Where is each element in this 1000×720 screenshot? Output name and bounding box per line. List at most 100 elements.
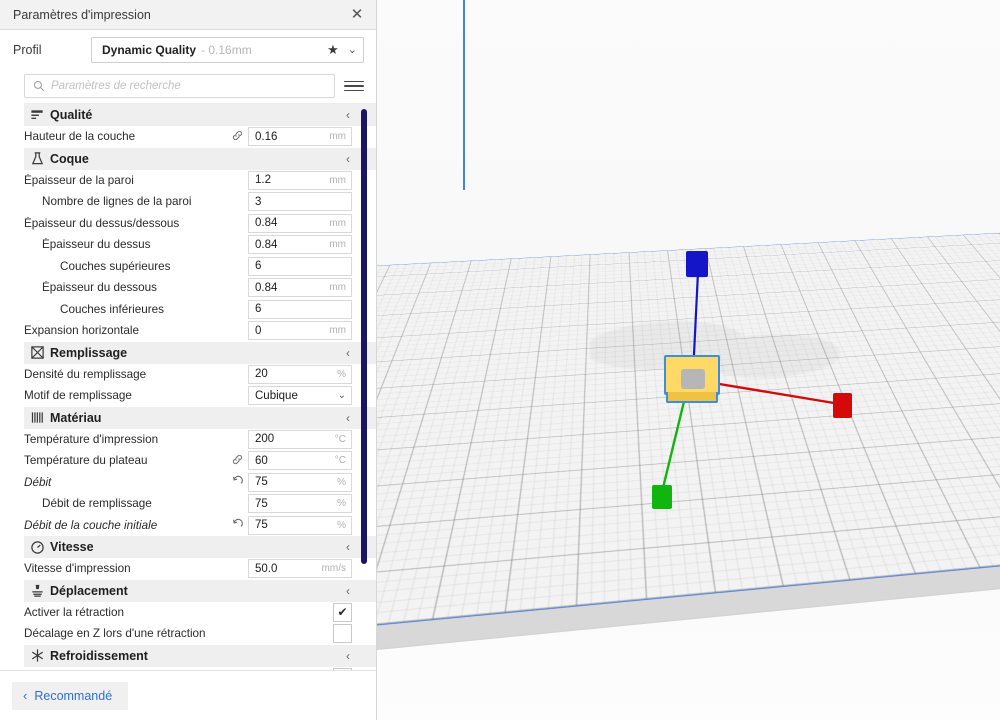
setting-value: 0.84 bbox=[255, 217, 278, 230]
setting-row[interactable]: Température d'impression 200 °C bbox=[24, 429, 376, 451]
setting-row[interactable]: Densité du remplissage 20% bbox=[24, 364, 376, 386]
gizmo-x-handle[interactable] bbox=[833, 393, 852, 418]
setting-unit: mm bbox=[329, 325, 346, 337]
setting-row[interactable]: Motif de remplissage Cubique ⌄ bbox=[24, 385, 376, 407]
recommended-button[interactable]: ‹ Recommandé bbox=[12, 681, 129, 710]
revert-icon[interactable] bbox=[226, 474, 248, 490]
setting-dropdown[interactable]: Cubique ⌄ bbox=[248, 386, 352, 406]
settings-category-header[interactable]: Vitesse ‹ bbox=[24, 536, 376, 558]
setting-row[interactable]: Épaisseur du dessus 0.84 mm bbox=[24, 234, 376, 256]
shell-icon bbox=[24, 151, 50, 166]
setting-row[interactable]: Épaisseur du dessus/dessous 0.84 mm bbox=[24, 213, 376, 235]
setting-row[interactable]: Hauteur de la couche 0.16 mm bbox=[24, 126, 376, 148]
settings-category-header[interactable]: Qualité ‹ bbox=[24, 104, 376, 126]
setting-row[interactable]: Expansion horizontale 0 mm bbox=[24, 320, 376, 342]
print-settings-panel: Paramètres d'impression ✕ Profil Dynamic… bbox=[0, 0, 377, 720]
setting-row[interactable]: Activer la rétraction ✔ bbox=[24, 602, 376, 624]
setting-input[interactable]: 75% bbox=[248, 472, 352, 492]
setting-checkbox[interactable] bbox=[333, 624, 352, 644]
setting-input[interactable]: 0 mm bbox=[248, 321, 352, 341]
setting-input[interactable]: 0.84 mm bbox=[248, 213, 352, 233]
hamburger-menu-icon[interactable] bbox=[344, 80, 364, 92]
profile-dropdown[interactable]: Dynamic Quality - 0.16mm ★ ⌄ bbox=[91, 36, 364, 63]
setting-row[interactable]: Nombre de lignes de la paroi 3 bbox=[24, 191, 376, 213]
setting-row[interactable]: Vitesse d'impression 50.0 mm/s bbox=[24, 558, 376, 580]
setting-input[interactable]: 6 bbox=[248, 256, 352, 276]
chevron-left-icon[interactable]: ‹ bbox=[346, 584, 352, 598]
settings-category-header[interactable]: Coque ‹ bbox=[24, 147, 376, 170]
setting-row[interactable]: Température du plateau 60 °C bbox=[24, 450, 376, 472]
setting-row[interactable]: Débit 75% bbox=[24, 472, 376, 494]
category-label: Vitesse bbox=[50, 540, 94, 554]
profile-label: Profil bbox=[13, 42, 42, 57]
setting-row[interactable]: Débit de remplissage 75% bbox=[24, 493, 376, 515]
chevron-left-icon: ‹ bbox=[23, 688, 28, 703]
settings-category-header[interactable]: Refroidissement ‹ bbox=[24, 644, 376, 667]
plate-watermark-logo bbox=[587, 302, 862, 407]
chevron-left-icon[interactable]: ‹ bbox=[346, 346, 352, 360]
profile-sublabel: - 0.16mm bbox=[201, 42, 252, 57]
revert-icon[interactable] bbox=[226, 517, 248, 533]
setting-unit: % bbox=[337, 476, 346, 488]
settings-list[interactable]: Qualité ‹ Hauteur de la couche 0.16 mm Coque ‹… bbox=[24, 104, 376, 670]
setting-input[interactable]: 3 bbox=[248, 192, 352, 212]
category-label: Refroidissement bbox=[50, 648, 148, 663]
settings-scrollbar[interactable] bbox=[361, 109, 367, 564]
cooling-icon bbox=[24, 648, 50, 663]
star-icon[interactable]: ★ bbox=[327, 42, 339, 58]
setting-input[interactable]: 60 °C bbox=[248, 451, 352, 471]
setting-checkbox[interactable]: ✔ bbox=[333, 667, 352, 670]
chevron-left-icon[interactable]: ‹ bbox=[346, 411, 352, 425]
setting-label: Décalage en Z lors d'une rétraction bbox=[24, 627, 206, 641]
setting-input[interactable]: 0.84 mm bbox=[248, 235, 352, 255]
settings-category-header[interactable]: Remplissage ‹ bbox=[24, 341, 376, 364]
settings-category-header[interactable]: Matériau ‹ bbox=[24, 406, 376, 429]
setting-row[interactable]: Décalage en Z lors d'une rétraction bbox=[24, 623, 376, 645]
setting-row[interactable]: Activer le refroidissement de l'impressi… bbox=[24, 667, 376, 670]
setting-input[interactable]: 75% bbox=[248, 494, 352, 514]
setting-checkbox[interactable]: ✔ bbox=[333, 602, 352, 622]
chevron-left-icon[interactable]: ‹ bbox=[346, 152, 352, 166]
setting-unit: % bbox=[337, 498, 346, 510]
chevron-left-icon[interactable]: ‹ bbox=[346, 649, 352, 663]
setting-row[interactable]: Couches inférieures 6 bbox=[24, 299, 376, 321]
setting-input[interactable]: 6 bbox=[248, 299, 352, 319]
gizmo-y-handle[interactable] bbox=[652, 485, 672, 509]
setting-row[interactable]: Couches supérieures 6 bbox=[24, 256, 376, 278]
setting-label: Nombre de lignes de la paroi bbox=[42, 195, 192, 209]
search-input[interactable]: Paramètres de recherche bbox=[24, 74, 335, 98]
panel-titlebar: Paramètres d'impression ✕ bbox=[0, 0, 376, 30]
setting-unit: mm bbox=[329, 239, 346, 251]
setting-unit: mm bbox=[329, 217, 346, 229]
setting-value: 0.84 bbox=[255, 281, 278, 294]
gizmo-center-handle[interactable] bbox=[681, 369, 705, 389]
settings-category-header[interactable]: Déplacement ‹ bbox=[24, 579, 376, 602]
setting-row[interactable]: Épaisseur de la paroi 1.2 mm bbox=[24, 170, 376, 192]
setting-input[interactable]: 1.2 mm bbox=[248, 170, 352, 190]
chevron-down-icon[interactable]: ⌄ bbox=[348, 43, 357, 56]
setting-input[interactable]: 0.84 mm bbox=[248, 278, 352, 298]
setting-input[interactable]: 0.16 mm bbox=[248, 127, 352, 147]
setting-label: Épaisseur de la paroi bbox=[24, 173, 134, 187]
setting-value: 0 bbox=[255, 324, 262, 337]
search-icon bbox=[34, 81, 45, 92]
setting-input[interactable]: 200 °C bbox=[248, 429, 352, 449]
setting-row[interactable]: Débit de la couche initiale 75% bbox=[24, 515, 376, 537]
gizmo-z-handle[interactable] bbox=[686, 251, 708, 277]
category-label: Matériau bbox=[50, 410, 102, 425]
category-label: Déplacement bbox=[50, 583, 128, 598]
setting-input[interactable]: 50.0 mm/s bbox=[248, 559, 352, 579]
chevron-left-icon[interactable]: ‹ bbox=[346, 540, 352, 554]
setting-input[interactable]: 75% bbox=[248, 515, 352, 535]
setting-row[interactable]: Épaisseur du dessous 0.84 mm bbox=[24, 277, 376, 299]
setting-label: Débit de la couche initiale bbox=[24, 518, 158, 532]
chevron-down-icon: ⌄ bbox=[337, 390, 346, 402]
setting-label: Débit bbox=[24, 475, 52, 489]
setting-input[interactable]: 20% bbox=[248, 364, 352, 384]
link-icon[interactable] bbox=[226, 453, 248, 469]
category-label: Remplissage bbox=[50, 345, 128, 360]
close-icon[interactable]: ✕ bbox=[344, 3, 370, 27]
link-icon[interactable] bbox=[226, 129, 248, 145]
infill-icon bbox=[24, 345, 50, 360]
chevron-left-icon[interactable]: ‹ bbox=[346, 108, 352, 122]
